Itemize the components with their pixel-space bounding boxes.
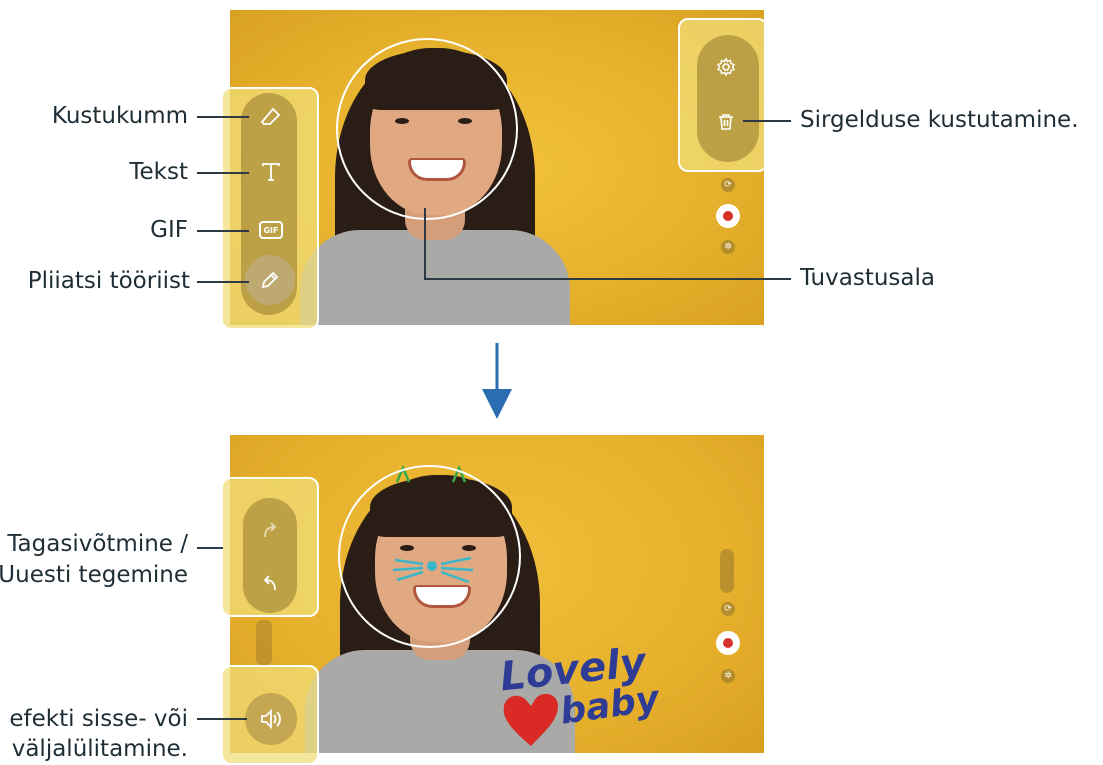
sound-label-line1: efekti sisse- või [9,706,188,732]
left-tools-collapsed [256,620,272,665]
pen-label: Pliiatsi tööriist [27,268,190,294]
undo-icon[interactable] [255,568,285,598]
eraser-leader-line [197,116,249,118]
switch-camera-icon[interactable]: ⟳ [721,178,735,192]
undo-redo-leader-line [197,547,223,549]
delete-leader-line [743,120,791,122]
record-button-bottom[interactable] [716,631,740,655]
delete-doodle-icon[interactable] [711,107,741,137]
redo-icon[interactable] [255,515,285,545]
eraser-icon[interactable] [256,102,286,132]
right-controls-pill-collapsed [720,549,734,593]
gif-leader-line [197,230,249,232]
detection-area-circle [336,38,518,220]
delete-label: Sirgelduse kustutamine. [800,107,1079,133]
undo-redo-label-line2: Uuesti tegemine [0,562,188,588]
gif-badge: GIF [259,221,283,239]
record-button[interactable] [716,204,740,228]
pen-icon[interactable] [255,265,285,295]
heart-doodle [503,693,558,746]
transition-arrow [482,343,512,421]
speaker-icon[interactable] [256,704,286,734]
detection-leader-vertical [424,208,426,280]
undo-redo-label-line1: Tagasivõtmine / [7,531,188,557]
text-leader-line [197,172,249,174]
text-tool-icon[interactable] [256,157,286,187]
switch-camera-icon-bottom[interactable]: ⟳ [721,602,735,616]
text-label: Tekst [129,159,188,185]
sound-leader-line [197,718,247,720]
settings-icon[interactable] [711,52,741,82]
detection-label: Tuvastusala [800,265,935,291]
pen-leader-line [197,281,249,283]
effects-icon-bottom[interactable]: ✲ [721,669,735,683]
gif-icon[interactable]: GIF [256,215,286,245]
sound-label-line2: väljalülitamine. [11,736,188,762]
eraser-label: Kustukumm [51,103,188,129]
detection-area-circle-bottom [338,465,521,648]
detection-leader-horizontal [424,278,791,280]
gif-label: GIF [150,217,188,243]
effects-icon[interactable]: ✲ [721,240,735,254]
